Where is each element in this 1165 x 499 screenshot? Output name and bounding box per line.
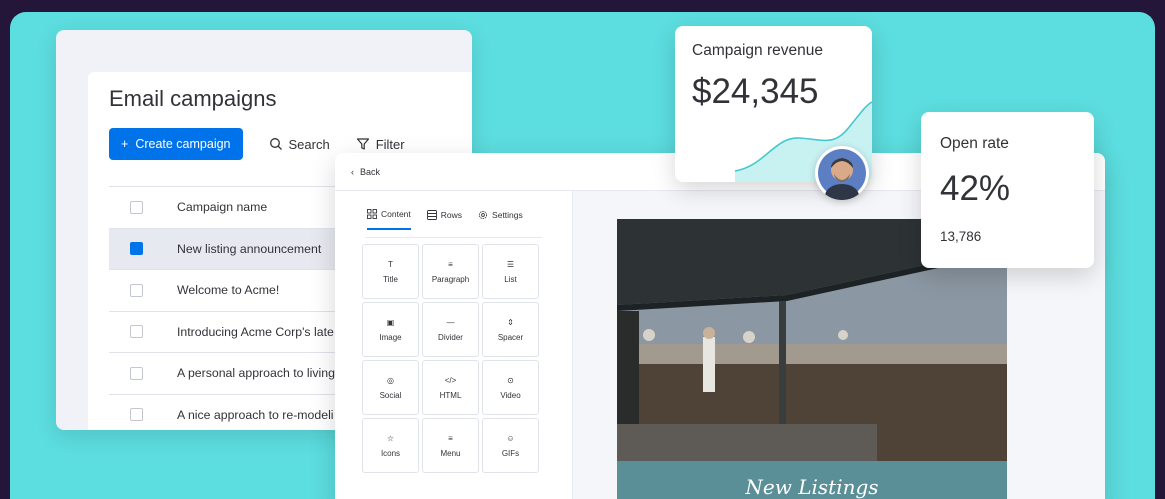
tab-content[interactable]: Content xyxy=(367,209,411,230)
block-menu[interactable]: ≡ Menu xyxy=(422,418,479,473)
row-checkbox[interactable] xyxy=(130,283,143,297)
block-label: Image xyxy=(379,332,402,342)
block-image[interactable]: ▣ Image xyxy=(362,302,419,357)
block-gifs[interactable]: ☺ GIFs xyxy=(482,418,539,473)
background-stage: Email campaigns + Create campaign Search… xyxy=(10,12,1155,499)
block-divider[interactable]: — Divider xyxy=(422,302,479,357)
open-rate-card: Open rate 42% 13,786 xyxy=(921,112,1094,268)
person-avatar-image xyxy=(818,149,866,200)
filter-icon xyxy=(356,138,369,150)
campaign-name: Welcome to Acme! xyxy=(177,283,280,298)
paragraph-icon: ≡ xyxy=(448,259,453,269)
tab-label: Content xyxy=(381,209,411,219)
row-checkbox[interactable] xyxy=(130,325,143,339)
editor-tabs: Content Rows Settings xyxy=(367,209,523,230)
create-campaign-label: Create campaign xyxy=(135,137,231,151)
tab-label: Rows xyxy=(440,210,463,220)
revenue-label: Campaign revenue xyxy=(692,42,823,59)
row-checkbox[interactable] xyxy=(130,408,143,422)
search-label: Search xyxy=(288,136,330,152)
menu-icon: ≡ xyxy=(448,433,453,443)
html-icon: </> xyxy=(444,375,457,385)
block-label: Menu xyxy=(440,448,461,458)
block-title[interactable]: T Title xyxy=(362,244,419,299)
block-icons[interactable]: ☆ Icons xyxy=(362,418,419,473)
campaign-name: A personal approach to living xyxy=(177,366,335,381)
block-paragraph[interactable]: ≡ Paragraph xyxy=(422,244,479,299)
block-label: Title xyxy=(383,274,398,284)
block-video[interactable]: ⊙ Video xyxy=(482,360,539,415)
tab-rows[interactable]: Rows xyxy=(426,209,463,230)
open-rate-label: Open rate xyxy=(940,135,1009,152)
search-button[interactable]: Search xyxy=(269,137,330,152)
grid-icon xyxy=(367,209,377,219)
back-label: Back xyxy=(360,167,381,177)
block-label: HTML xyxy=(439,390,462,400)
chevron-left-icon: ‹ xyxy=(351,167,354,177)
filter-button[interactable]: Filter xyxy=(356,137,405,152)
avatar[interactable] xyxy=(815,146,869,200)
search-icon xyxy=(269,138,282,150)
tab-settings[interactable]: Settings xyxy=(478,209,523,230)
block-label: Spacer xyxy=(497,332,524,342)
filter-label: Filter xyxy=(375,136,405,152)
block-html[interactable]: </> HTML xyxy=(422,360,479,415)
campaign-name: Introducing Acme Corp's late xyxy=(177,324,334,339)
divider-icon: — xyxy=(446,317,455,327)
block-spacer[interactable]: ⇕ Spacer xyxy=(482,302,539,357)
title-icon: T xyxy=(388,259,393,269)
content-blocks-grid: T Title ≡ Paragraph ☰ List ▣ Image — Divider … xyxy=(362,244,539,473)
create-campaign-button[interactable]: + Create campaign xyxy=(109,128,243,160)
block-label: Video xyxy=(500,390,521,400)
block-label: GIFs xyxy=(501,448,520,458)
list-icon: ☰ xyxy=(506,259,515,269)
back-button[interactable]: ‹ Back xyxy=(351,167,380,177)
rows-icon xyxy=(426,210,437,220)
gear-icon xyxy=(478,210,488,220)
block-list[interactable]: ☰ List xyxy=(482,244,539,299)
open-rate-value: 42% xyxy=(940,169,1011,208)
open-rate-count: 13,786 xyxy=(940,229,982,244)
campaign-name: A nice approach to re-modeli xyxy=(177,407,334,422)
preview-caption: New Listings xyxy=(617,461,1007,499)
tabs-divider xyxy=(365,237,542,238)
editor-sidebar: Content Rows Settings T Title ≡ Paragraph … xyxy=(335,191,573,499)
select-all-checkbox[interactable] xyxy=(130,200,143,214)
row-checkbox[interactable] xyxy=(130,366,143,380)
image-icon: ▣ xyxy=(386,317,395,327)
block-label: Icons xyxy=(380,448,401,458)
block-label: Divider xyxy=(438,332,463,342)
page-title: Email campaigns xyxy=(109,86,277,111)
campaign-name: New listing announcement xyxy=(177,241,322,256)
row-checkbox[interactable] xyxy=(130,242,143,256)
revenue-value: $24,345 xyxy=(692,72,819,111)
smiley-icon: ☺ xyxy=(506,433,515,443)
social-icon: ◎ xyxy=(387,375,394,385)
block-label: Social xyxy=(379,390,402,400)
video-icon: ⊙ xyxy=(507,375,514,385)
block-label: Paragraph xyxy=(431,274,470,284)
tab-label: Settings xyxy=(492,210,523,220)
column-header-campaign-name: Campaign name xyxy=(177,200,268,215)
block-label: List xyxy=(504,274,517,284)
star-icon: ☆ xyxy=(386,433,395,443)
plus-icon: + xyxy=(121,137,129,151)
spacer-icon: ⇕ xyxy=(507,317,514,327)
block-social[interactable]: ◎ Social xyxy=(362,360,419,415)
